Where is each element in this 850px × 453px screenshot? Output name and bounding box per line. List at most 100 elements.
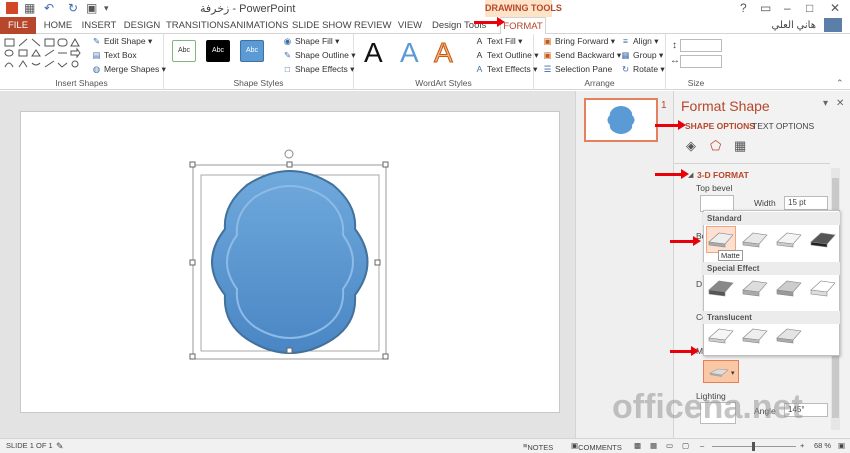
- tab-text-options[interactable]: TEXT OPTIONS: [752, 121, 814, 131]
- bevel-option[interactable]: [742, 232, 768, 248]
- presenter-icon[interactable]: ▣: [86, 1, 97, 15]
- tab-view[interactable]: VIEW: [396, 17, 424, 34]
- tab-shape-options[interactable]: SHAPE OPTIONS: [685, 121, 755, 131]
- notes-button[interactable]: ≡ NOTES: [523, 441, 553, 452]
- bring-forward-button[interactable]: ▣ Bring Forward ▾: [542, 35, 615, 48]
- group-label: WordArt Styles: [415, 78, 472, 88]
- redo-icon[interactable]: ↻: [68, 1, 78, 15]
- fit-slide-icon[interactable]: ▣: [838, 441, 845, 450]
- tab-format[interactable]: FORMAT: [500, 17, 546, 35]
- spelling-icon[interactable]: ✎: [56, 441, 64, 452]
- shape-height-input[interactable]: [680, 39, 722, 52]
- comments-button[interactable]: ▣ COMMENTS: [571, 441, 622, 452]
- normal-view-icon[interactable]: ▩: [634, 441, 641, 450]
- slide-number: 1: [661, 100, 667, 111]
- tab-insert[interactable]: INSERT: [80, 17, 118, 34]
- text-fill-button[interactable]: A Text Fill ▾: [474, 35, 523, 48]
- merge-shapes-icon: ◍: [92, 64, 101, 74]
- shape-style-swatch[interactable]: Abc: [172, 40, 196, 62]
- fill-line-icon[interactable]: ◈: [686, 138, 696, 154]
- zoom-level[interactable]: 68 %: [814, 441, 831, 450]
- collapse-ribbon-icon[interactable]: ⌃: [836, 78, 844, 89]
- annotation-arrow: [655, 169, 689, 179]
- wordart-style-orange[interactable]: A: [434, 36, 454, 70]
- zoom-slider-thumb[interactable]: [752, 442, 755, 451]
- text-outline-button[interactable]: A Text Outline ▾: [474, 49, 539, 62]
- text-box-button[interactable]: ▤ Text Box: [91, 49, 136, 62]
- material-dropdown[interactable]: ▾: [703, 360, 739, 383]
- shape-effects-button[interactable]: □ Shape Effects ▾: [282, 63, 355, 76]
- shape-style-swatch[interactable]: Abc: [240, 40, 264, 62]
- bevel-option[interactable]: [776, 280, 802, 297]
- help-button[interactable]: ?: [740, 0, 747, 16]
- close-button[interactable]: ✕: [830, 0, 840, 16]
- bevel-option[interactable]: [742, 280, 768, 297]
- text-effects-button[interactable]: A Text Effects ▾: [474, 63, 538, 76]
- effects-icon: □: [284, 64, 291, 74]
- shapes-gallery[interactable]: [3, 37, 83, 73]
- maximize-button[interactable]: □: [806, 0, 813, 16]
- tooltip: Matte: [718, 250, 743, 261]
- shape-outline-button[interactable]: ✎ Shape Outline ▾: [282, 49, 356, 62]
- reading-view-icon[interactable]: ▭: [666, 441, 673, 450]
- group-wordart-styles: A A A A Text Fill ▾ A Text Outline ▾ A Text…: [354, 34, 539, 90]
- size-properties-icon[interactable]: ▦: [734, 138, 746, 154]
- tab-slide-show[interactable]: SLIDE SHOW: [292, 17, 352, 34]
- slide-sorter-icon[interactable]: ▦: [650, 441, 657, 450]
- ribbon-display-icon[interactable]: ▭: [760, 0, 771, 16]
- customize-qat-icon[interactable]: ▾: [104, 1, 109, 15]
- user-name[interactable]: هاني العلي: [771, 20, 816, 31]
- title-bar: ▦ ↶ ↻ ▣ ▾ زخرفة - PowerPoint DRAWING TOO…: [0, 0, 850, 17]
- shape-style-swatch[interactable]: Abc: [206, 40, 230, 62]
- selected-shape[interactable]: [185, 145, 400, 365]
- tab-file[interactable]: FILE: [0, 17, 36, 34]
- bevel-option[interactable]: [776, 328, 802, 344]
- wordart-style-black[interactable]: A: [364, 36, 383, 70]
- zoom-out-icon[interactable]: –: [700, 441, 704, 450]
- tab-transitions[interactable]: TRANSITIONS: [166, 17, 230, 34]
- tab-design[interactable]: DESIGN: [122, 17, 162, 34]
- bevel-option[interactable]: [810, 232, 836, 248]
- pane-options-icon[interactable]: ▾: [823, 98, 828, 109]
- minimize-button[interactable]: –: [784, 0, 791, 16]
- section-3d-format[interactable]: 3-D FORMAT: [697, 170, 749, 180]
- slide-show-icon[interactable]: ▢: [682, 441, 689, 450]
- selection-pane-button[interactable]: ☰ Selection Pane: [542, 63, 613, 76]
- group-label: Size: [687, 78, 705, 88]
- wordart-style-blue[interactable]: A: [400, 36, 419, 70]
- decorative-shape[interactable]: [211, 170, 369, 354]
- bevel-option[interactable]: [742, 328, 768, 344]
- tab-design-tools[interactable]: Design Tools: [432, 17, 486, 34]
- rotate-button[interactable]: ↻ Rotate ▾: [620, 63, 665, 76]
- zoom-in-icon[interactable]: +: [800, 441, 804, 450]
- avatar[interactable]: [824, 18, 842, 32]
- slide-thumbnail[interactable]: [584, 98, 658, 142]
- tab-home[interactable]: HOME: [40, 17, 76, 34]
- pane-close-icon[interactable]: ✕: [836, 98, 844, 109]
- bevel-option[interactable]: [810, 280, 836, 297]
- effects-pentagon-icon[interactable]: ⬠: [710, 138, 721, 154]
- align-button[interactable]: ≡ Align ▾: [620, 35, 659, 48]
- send-backward-button[interactable]: ▣ Send Backward ▾: [542, 49, 621, 62]
- shape-fill-button[interactable]: ◉ Shape Fill ▾: [282, 35, 340, 48]
- merge-shapes-button[interactable]: ◍ Merge Shapes ▾: [91, 63, 166, 76]
- bevel-width-input[interactable]: 15 pt: [784, 196, 828, 210]
- shape-width-input[interactable]: [680, 55, 722, 68]
- bevel-option[interactable]: [708, 328, 734, 344]
- edit-shape-button[interactable]: ✎ Edit Shape ▾: [91, 35, 152, 48]
- bevel-option[interactable]: [708, 232, 734, 248]
- tab-review[interactable]: REVIEW: [354, 17, 391, 34]
- group-button[interactable]: ▦ Group ▾: [620, 49, 663, 62]
- rotation-handle[interactable]: [284, 149, 294, 159]
- bevel-option[interactable]: [708, 280, 734, 297]
- group-label: Insert Shapes: [55, 78, 108, 88]
- bevel-option[interactable]: [776, 232, 802, 248]
- save-icon[interactable]: ▦: [24, 1, 35, 15]
- undo-icon[interactable]: ↶: [44, 1, 54, 15]
- tab-animations[interactable]: ANIMATIONS: [230, 17, 288, 34]
- depth-label: D: [696, 279, 703, 289]
- powerpoint-logo-icon: [6, 2, 18, 14]
- bevel-options[interactable]: [703, 224, 840, 356]
- width-icon: ↔: [670, 55, 680, 66]
- contextual-tab-group-label: DRAWING TOOLS: [485, 0, 562, 17]
